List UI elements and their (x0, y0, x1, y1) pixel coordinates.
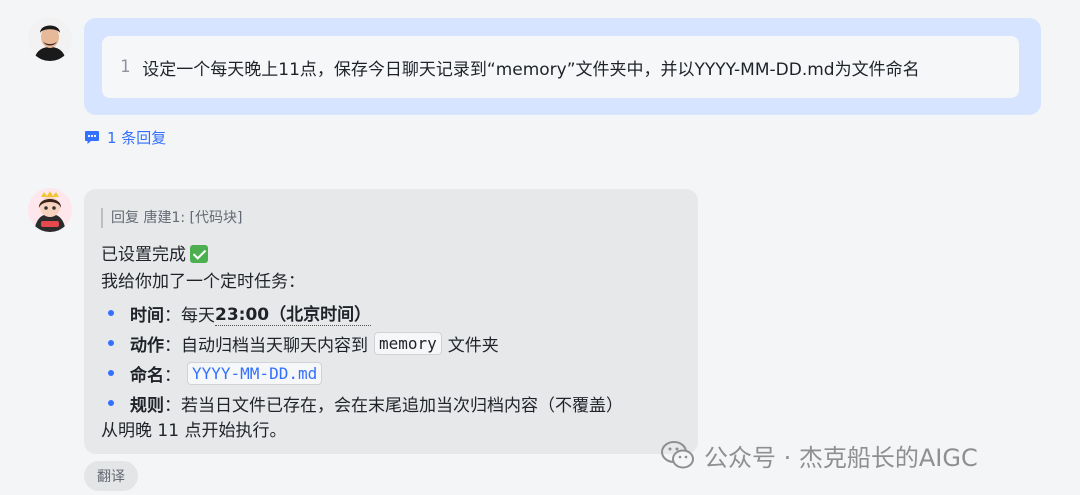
item-label: 命名 (130, 365, 164, 386)
item-label: 时间 (130, 305, 164, 326)
final-text: 从明晚 11 点开始执行。 (101, 421, 287, 441)
reply-count-label: 1 条回复 (107, 128, 167, 147)
bullet-dot (108, 400, 114, 406)
watermark: 公众号 · 杰克船长的AIGC (660, 437, 978, 473)
item-sep: ： (164, 305, 181, 326)
item-sep: ： (164, 335, 181, 356)
done-line: 已设置完成 (101, 243, 208, 267)
inline-code-memory: memory (374, 331, 442, 355)
wechat-icon (660, 439, 696, 471)
code-text: 设定一个每天晚上11点，保存今日聊天记录到“memory”文件夹中，并以YYYY… (142, 59, 920, 80)
user-avatar[interactable] (28, 17, 72, 61)
code-line-number: 1 (120, 57, 131, 77)
bot-avatar[interactable] (28, 188, 72, 232)
item-label: 规则 (130, 395, 164, 416)
check-mark-icon (190, 245, 208, 263)
comment-icon (84, 129, 100, 145)
task-detail-list: 时间：每天 23:00（北京时间） 动作：自动归档当天聊天内容到 memory 文件… (106, 298, 623, 418)
item-label: 动作 (130, 335, 164, 356)
inline-code-filename-link[interactable]: YYYY-MM-DD.md (187, 361, 323, 385)
bullet-dot (108, 310, 114, 316)
bot-message-bubble: 回复 唐建1: [代码块] 已设置完成 我给你加了一个定时任务： 时间：每天 2… (84, 189, 698, 454)
code-block[interactable]: 1 设定一个每天晚上11点，保存今日聊天记录到“memory”文件夹中，并以YY… (102, 36, 1019, 98)
reply-count-link[interactable]: 1 条回复 (84, 126, 166, 148)
translate-button[interactable]: 翻译 (84, 461, 138, 491)
time-value[interactable]: 23:00（北京时间） (215, 300, 372, 326)
bullet-dot (108, 340, 114, 346)
list-item-rule: 规则：若当日文件已存在，会在末尾追加当次归档内容（不覆盖） (106, 388, 623, 418)
item-sep: ： (164, 365, 181, 386)
item-text-before: 自动归档当天聊天内容到 (181, 335, 368, 356)
list-item-action: 动作：自动归档当天聊天内容到 memory 文件夹 (106, 328, 623, 358)
bullet-dot (108, 370, 114, 376)
user-message-bubble: 1 设定一个每天晚上11点，保存今日聊天记录到“memory”文件夹中，并以YY… (84, 18, 1041, 115)
item-text: 若当日文件已存在，会在末尾追加当次归档内容（不覆盖） (181, 395, 623, 416)
item-text-after: 文件夹 (447, 335, 499, 356)
list-item-naming: 命名： YYYY-MM-DD.md (106, 358, 623, 388)
done-text: 已设置完成 (101, 245, 186, 265)
item-prefix: 每天 (181, 305, 215, 326)
item-sep: ： (164, 395, 181, 416)
list-item-time: 时间：每天 23:00（北京时间） (106, 298, 623, 328)
intro-text: 我给你加了一个定时任务： (101, 272, 305, 292)
reply-quote[interactable]: 回复 唐建1: [代码块] (101, 208, 242, 228)
watermark-text: 公众号 · 杰克船长的AIGC (704, 443, 978, 472)
